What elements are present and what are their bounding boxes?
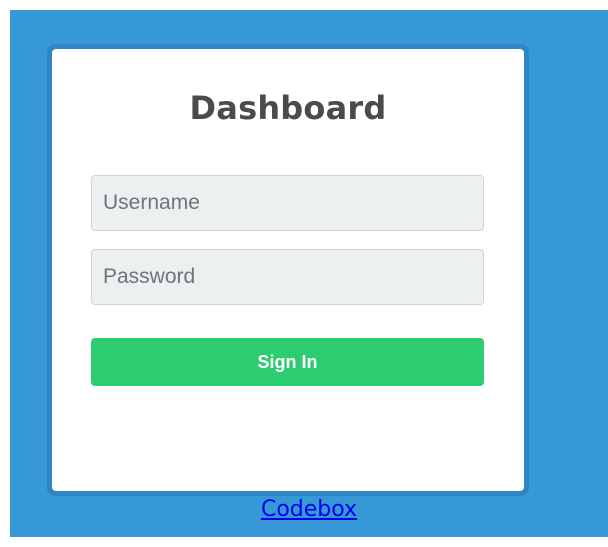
page-background: Dashboard Sign In Codebox xyxy=(10,10,608,537)
username-input[interactable] xyxy=(91,175,484,231)
codebox-link[interactable]: Codebox xyxy=(10,498,608,522)
password-input[interactable] xyxy=(91,249,484,305)
page-title: Dashboard xyxy=(189,89,387,127)
sign-in-button[interactable]: Sign In xyxy=(91,338,484,386)
login-card: Dashboard Sign In xyxy=(52,49,524,491)
